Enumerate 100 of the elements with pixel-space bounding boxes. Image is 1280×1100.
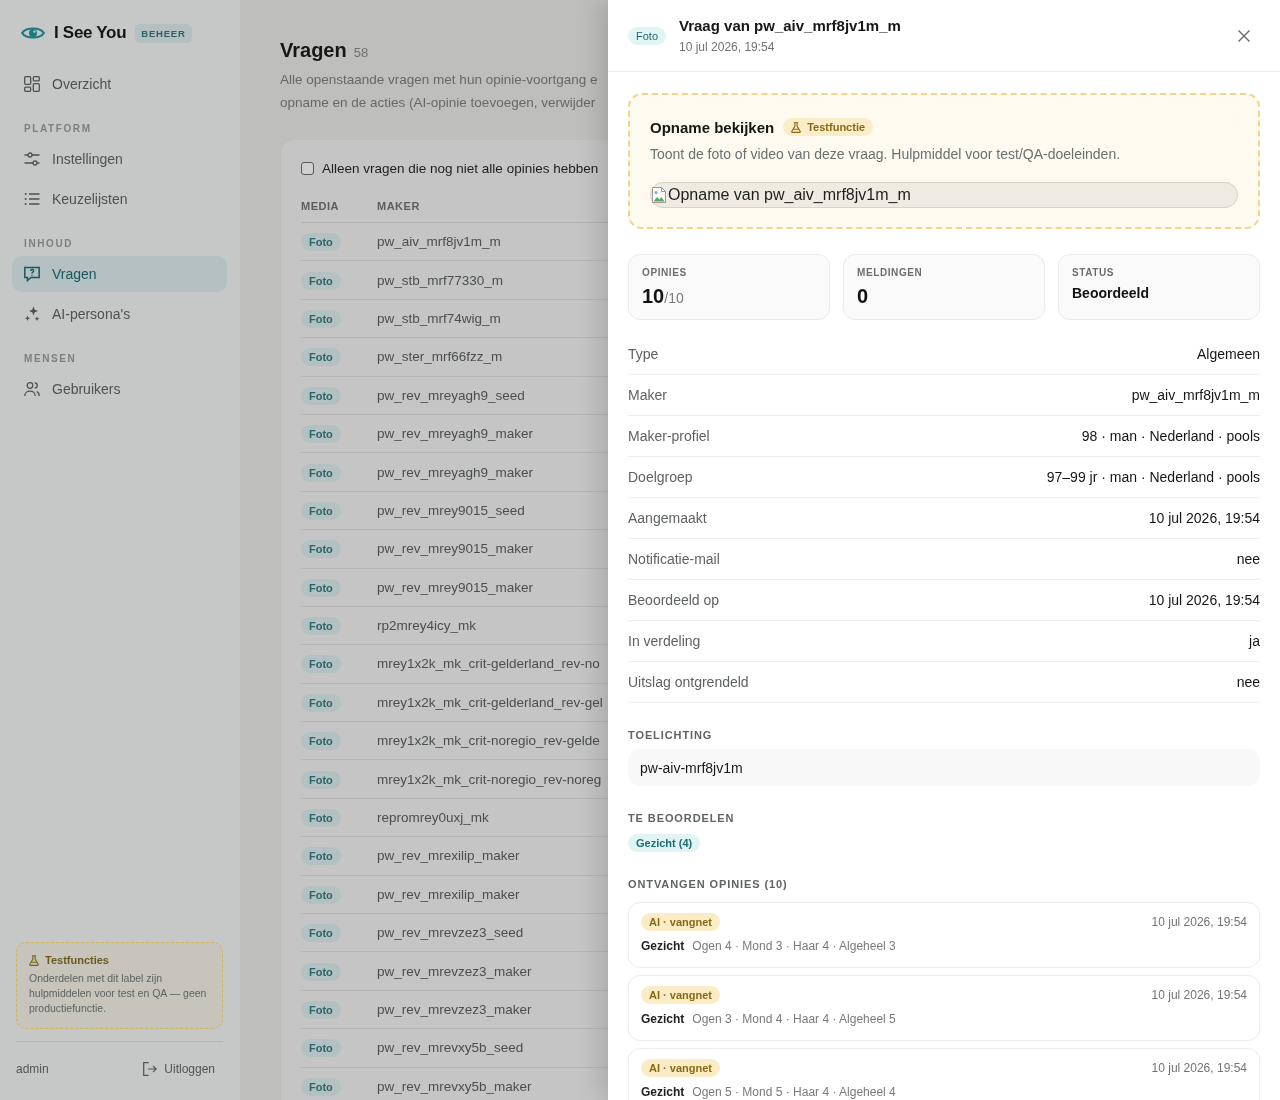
media-badge: Foto [301,578,341,597]
panel-description: Toont de foto of video van deze vraag. Hulpmiddel voor test/QA-doeleinden. [650,145,1122,164]
checkbox[interactable] [301,161,314,175]
list-icon [24,191,40,207]
detail-value: 10 jul 2026, 19:54 [1148,592,1260,608]
logout-icon [143,1062,158,1076]
maker-cell-text: repromrey0uxj_mk [377,810,490,826]
category-label: Gezicht [641,939,685,953]
maker-cell-text: pw_rev_mreyagh9_seed [377,387,526,403]
maker-cell-text: pw_ster_mrf66fzz_m [377,349,504,365]
description-text: opname en de acties (AI-opinie toevoegen, verwijder [280,94,597,112]
detail-label: Aangemaakt [628,510,707,526]
source-badge: AI · vangnet [641,913,720,931]
close-icon [1238,29,1250,42]
detail-value: 10 jul 2026, 19:54 [1148,510,1260,526]
notice-title: Testfuncties [45,954,109,966]
column-header: MAKER [377,200,421,212]
media-badge: Foto [301,809,341,828]
media-badge: Foto [301,425,341,444]
maker-cell-text: pw_rev_mrevxy5b_maker [377,1078,533,1094]
count-label: 58 [353,45,369,60]
stat-label: MELDINGEN [857,267,924,279]
user-name: admin [16,1062,49,1076]
section-heading: MENSEN [23,353,78,365]
nav-item[interactable]: Overzicht [12,66,227,102]
media-badge: Foto [301,1077,341,1096]
nav-item[interactable]: Gebruikers [12,371,227,407]
description-text: Alle openstaande vragen met hun opinie-voortgang e [280,71,599,89]
media-badge: Foto [301,1001,341,1019]
detail-value: nee [1236,551,1260,567]
stat-value: 0 [857,285,869,307]
notice-text: Onderdelen met dit label zijn hulpmiddelen voor test en QA — geen productiefunctie. [29,971,208,1016]
stat-label: OPINIES [642,267,688,279]
maker-cell-text: pw_rev_mrevzez3_maker [377,1002,533,1017]
media-badge: Foto [301,847,341,866]
detail-value: 97–99 jr · man · Nederland · pools [1046,469,1260,485]
media-badge: Foto [301,540,341,559]
logout-button[interactable]: Uitloggen [143,1060,223,1078]
opinion-date: 10 jul 2026, 19:54 [1151,1061,1247,1075]
detail-value: ja [1249,633,1260,649]
maker-cell-text: pw_stb_mrf77330_m [377,272,505,288]
media-badge: Foto [301,1039,341,1058]
media-badge: Foto [301,693,341,712]
maker-cell-text: mrey1x2k_mk_crit-noregio_rev-noreg [377,771,603,787]
nav-item[interactable]: Keuzelijsten [12,181,227,217]
section-heading: INHOUD [23,238,75,250]
nav-item[interactable]: AI-persona's [12,296,227,332]
source-badge: AI · vangnet [641,986,720,1004]
stat-value: 10 [642,285,665,307]
maker-cell-text: mrey1x2k_mk_crit-noregio_rev-gelde [377,733,601,749]
category-label: Gezicht [641,1085,685,1099]
maker-cell-text: pw_rev_mrey9015_seed [377,502,526,518]
section-heading: TE BEOORDELEN [628,812,736,824]
media-badge: Foto [301,924,341,943]
maker-cell-text: pw_rev_mrevzez3_seed [377,925,525,941]
detail-label: Notificatie-mail [628,551,720,567]
maker-cell-text: pw_rev_mreyagh9_maker [377,426,535,442]
detail-label: Maker-profiel [628,428,710,444]
maker-cell-text: mrey1x2k_mk_crit-gelderland_rev-no [377,656,601,672]
sliders-icon [24,151,40,167]
media-badge: Foto [301,962,341,981]
section-heading: PLATFORM [23,123,93,135]
role-badge: BEHEER [135,23,192,43]
opinion-date: 10 jul 2026, 19:54 [1151,988,1247,1002]
users-icon [24,381,40,397]
section-heading: ONTVANGEN OPINIES (10) [628,878,789,890]
eye-icon [21,25,45,41]
media-badge: Foto [301,233,341,252]
maker-cell-text: pw_rev_mreyagh9_maker [377,464,535,480]
scores-text: Ogen 5 · Mond 5 · Haar 4 · Algeheel 4 [692,1085,896,1099]
media-badge: Foto [301,501,341,520]
media-badge: Foto [301,348,341,367]
page-title: Vragen [280,38,347,62]
category-label: Gezicht [641,1012,685,1026]
flask-icon [791,121,802,133]
panel-title: Vraag van pw_aiv_mrf8jv1m_m [679,16,901,36]
detail-label: Doelgroep [628,469,693,485]
media-badge: Foto [301,309,341,328]
maker-cell-text: pw_rev_mrexilip_maker [377,886,521,902]
speech-bubble-icon [24,266,40,282]
maker-cell-text: pw_stb_mrf74wig_m [377,310,502,326]
maker-cell-text: pw_rev_mrevxy5b_seed [377,1040,525,1056]
image-alt-text: Opname van pw_aiv_mrf8jv1m_m [668,185,911,205]
media-badge: Foto [301,271,341,290]
grid-icon [24,76,40,92]
nav-item[interactable]: Vragen [12,256,227,292]
detail-label: Beoordeeld op [628,592,720,608]
maker-cell-text: pw_rev_mrevzez3_maker [377,963,533,979]
media-badge: Foto [301,770,341,789]
stat-total: /10 [664,290,684,306]
column-header: MEDIA [301,200,340,212]
scores-text: Ogen 3 · Mond 4 · Haar 4 · Algeheel 5 [692,1012,896,1026]
maker-cell-text: pw_rev_mrey9015_maker [377,541,535,557]
section-heading: TOELICHTING [628,729,714,741]
nav-item[interactable]: Instellingen [12,141,227,177]
broken-image-icon [651,187,667,203]
media-badge: Foto [301,732,341,751]
stat-value: Beoordeeld [1072,284,1150,302]
media-badge: Foto [301,617,341,636]
detail-value: pw_aiv_mrf8jv1m_m [1131,387,1260,403]
